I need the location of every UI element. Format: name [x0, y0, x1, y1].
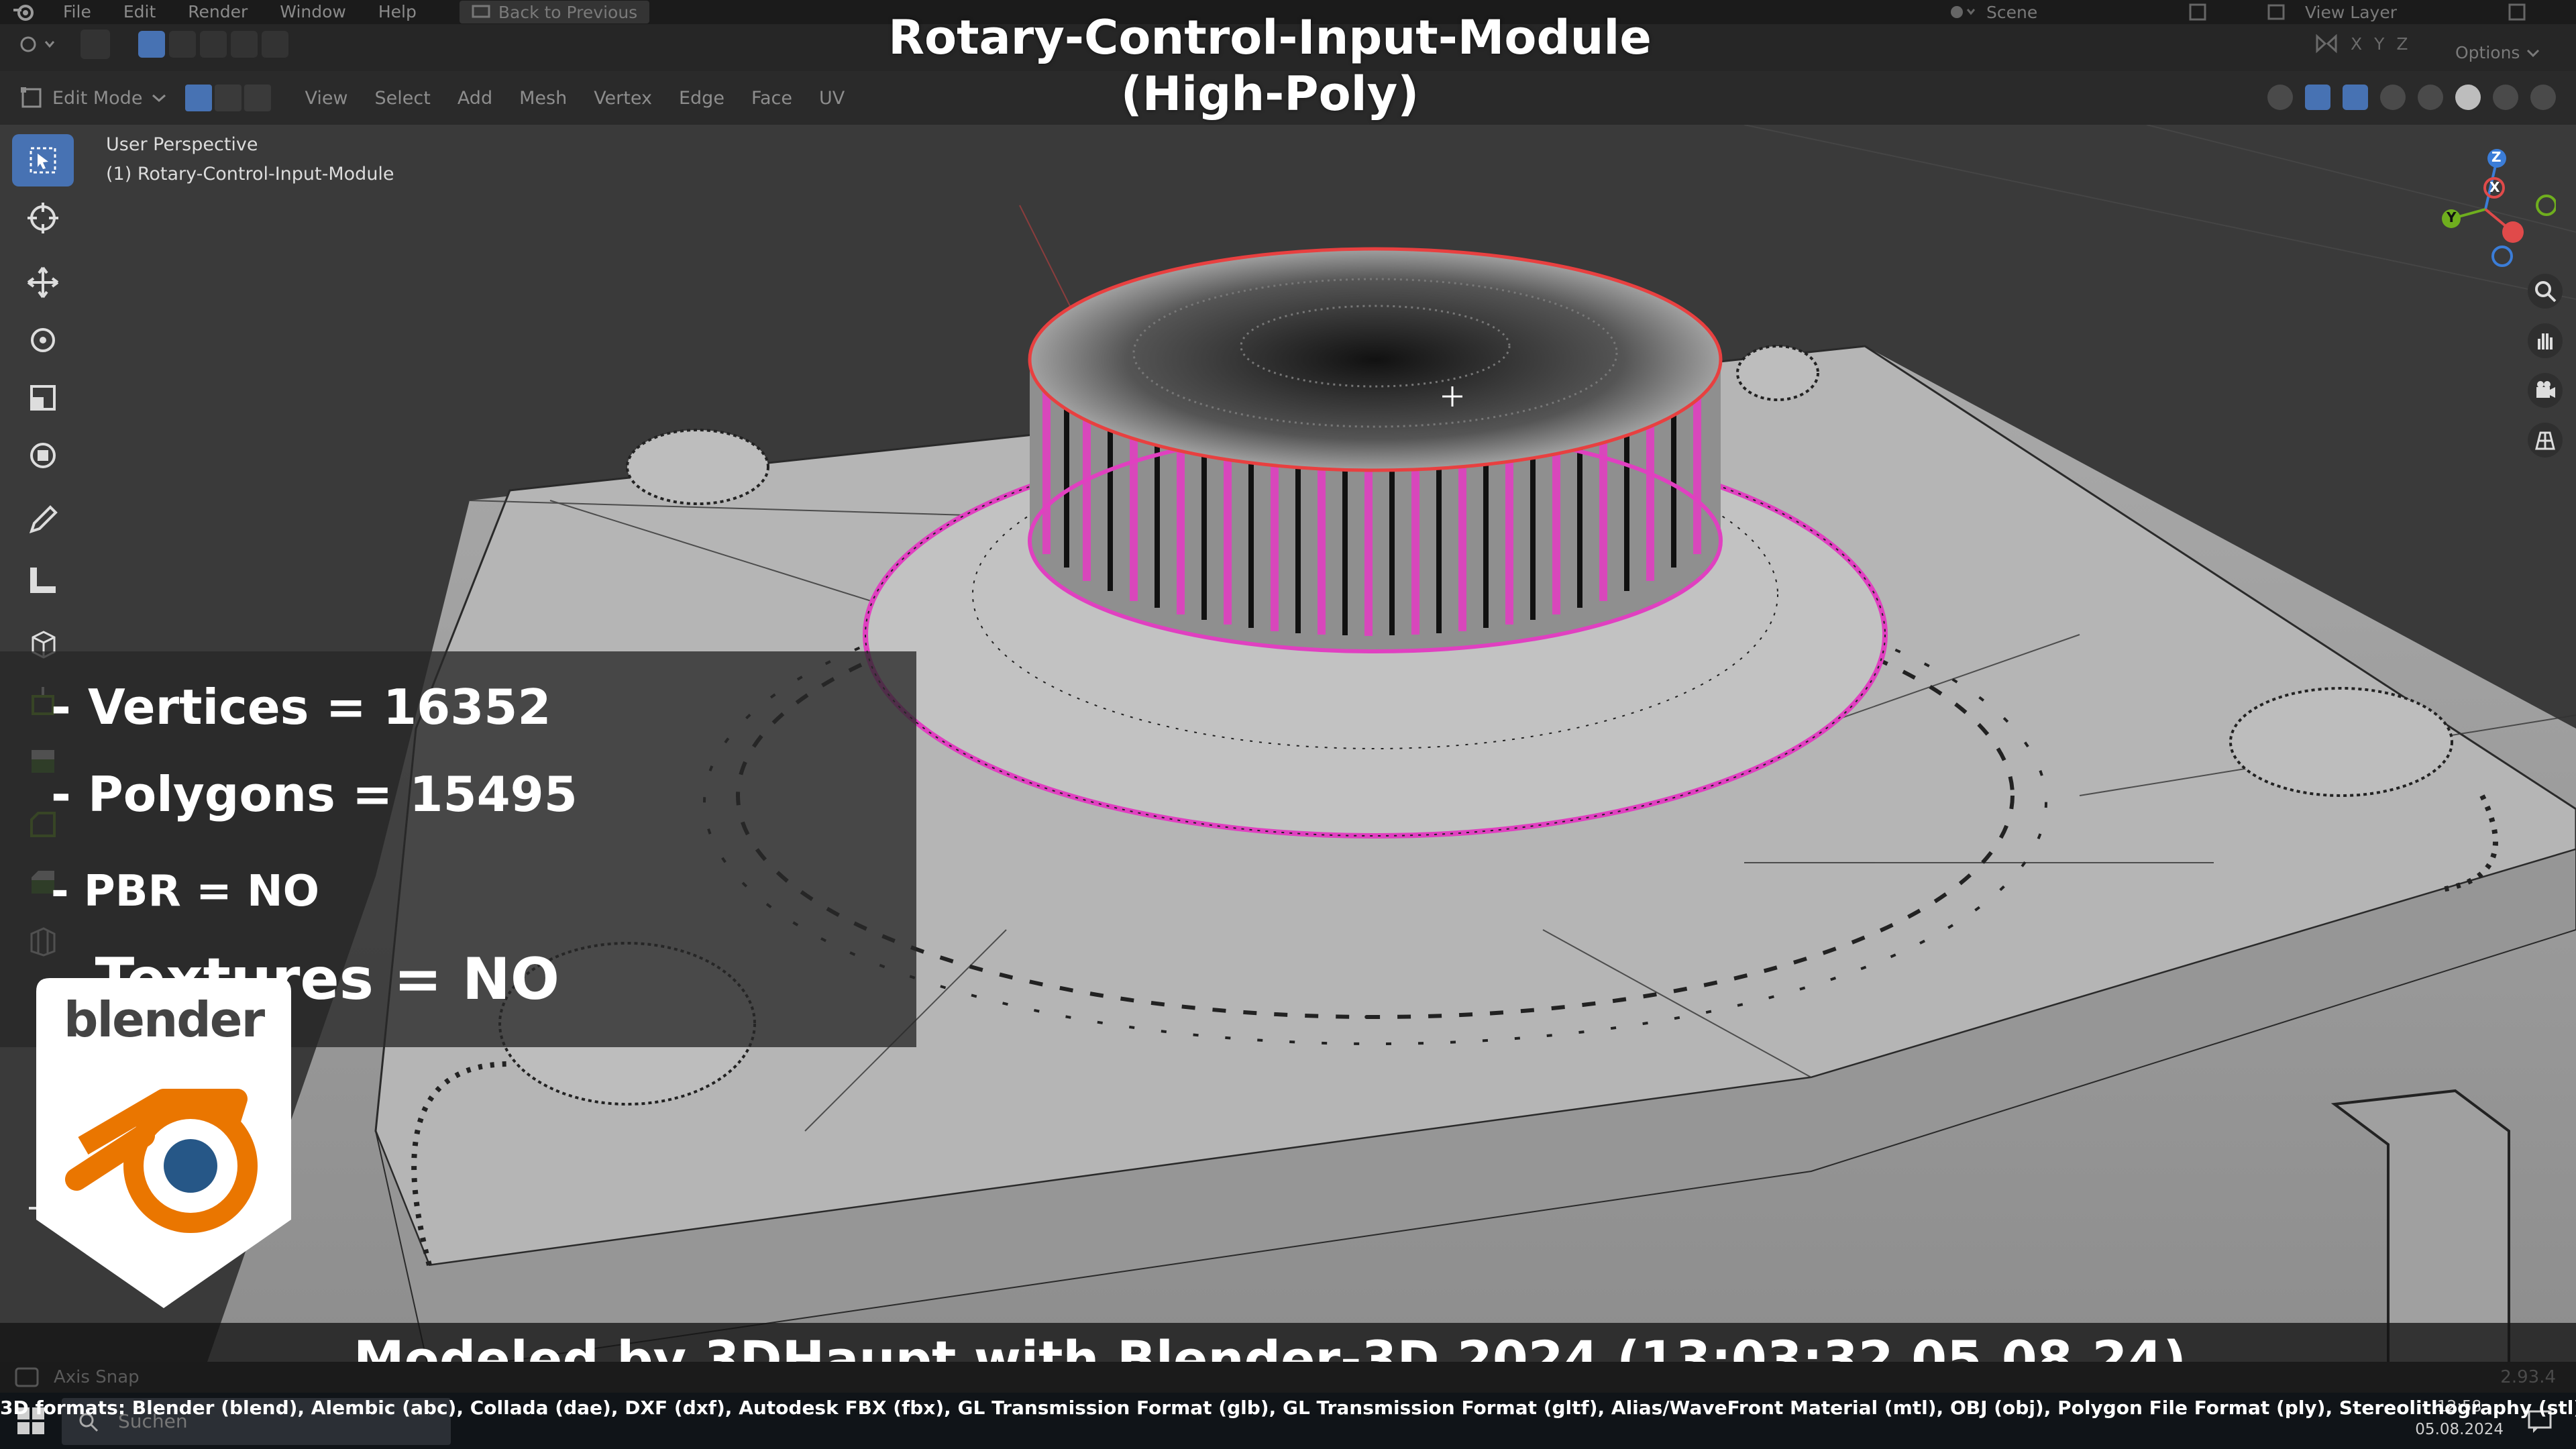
grid-icon — [2535, 431, 2555, 450]
axis-gizmo-icon — [2442, 149, 2557, 267]
zoom-button[interactable] — [2528, 274, 2563, 309]
rotate-icon — [31, 328, 55, 352]
select-box-tool-button[interactable] — [12, 134, 74, 186]
annotate-tool-button[interactable] — [12, 494, 74, 546]
measure-tool-button[interactable] — [12, 554, 74, 606]
pencil-icon — [29, 505, 58, 534]
clock-date: 05.08.2024 — [2415, 1421, 2504, 1438]
title-line-1: Rotary-Control-Input-Module — [888, 10, 1652, 65]
pbr-status: - PBR = NO — [51, 867, 319, 916]
gizmo-y-label: Y — [2447, 209, 2457, 225]
pan-button[interactable] — [2528, 323, 2563, 358]
3d-viewport[interactable]: User Perspective (1) Rotary-Control-Inpu… — [0, 125, 2576, 1379]
page-title: Rotary-Control-Input-Module (High-Poly) — [0, 9, 2540, 122]
blender-badge: blender — [36, 978, 291, 1308]
title-line-2: (High-Poly) — [1120, 66, 1419, 121]
keyboard-key-icon — [15, 1367, 39, 1387]
axis-snap-hint: Axis Snap — [54, 1367, 140, 1387]
gizmo-x-label: X — [2489, 179, 2500, 195]
status-bar: Axis Snap 2.93.4 — [0, 1362, 2576, 1393]
cursor-tool-button[interactable] — [12, 192, 74, 244]
cursor-select-icon — [30, 147, 56, 174]
move-arrows-icon — [27, 266, 59, 299]
ruler-icon — [30, 568, 56, 593]
scale-icon — [30, 385, 56, 411]
camera-view-button[interactable] — [2528, 373, 2563, 408]
scale-tool-button[interactable] — [12, 372, 74, 424]
navigation-gizmo[interactable]: Z Y X — [2422, 136, 2557, 270]
view-perspective-label: User Perspective — [106, 134, 258, 155]
rotate-tool-button[interactable] — [12, 314, 74, 366]
vertices-count: - Vertices = 16352 — [51, 679, 551, 735]
move-tool-button[interactable] — [12, 256, 74, 309]
transform-tool-button[interactable] — [12, 429, 74, 482]
polygons-count: - Polygons = 15495 — [51, 766, 578, 822]
version-label: 2.93.4 — [2500, 1367, 2556, 1387]
magnifier-icon — [2535, 281, 2557, 303]
transform-icon — [30, 443, 56, 468]
camera-icon — [2536, 381, 2555, 398]
crosshair-icon — [28, 203, 58, 233]
export-formats-text: 3D formats: Blender (blend), Alembic (ab… — [0, 1397, 2576, 1419]
active-object-label: (1) Rotary-Control-Input-Module — [106, 164, 394, 184]
ortho-toggle-button[interactable] — [2528, 423, 2563, 458]
hand-icon — [2538, 333, 2553, 350]
gizmo-z-label: Z — [2491, 149, 2502, 165]
blender-badge-text: blender — [63, 991, 265, 1048]
